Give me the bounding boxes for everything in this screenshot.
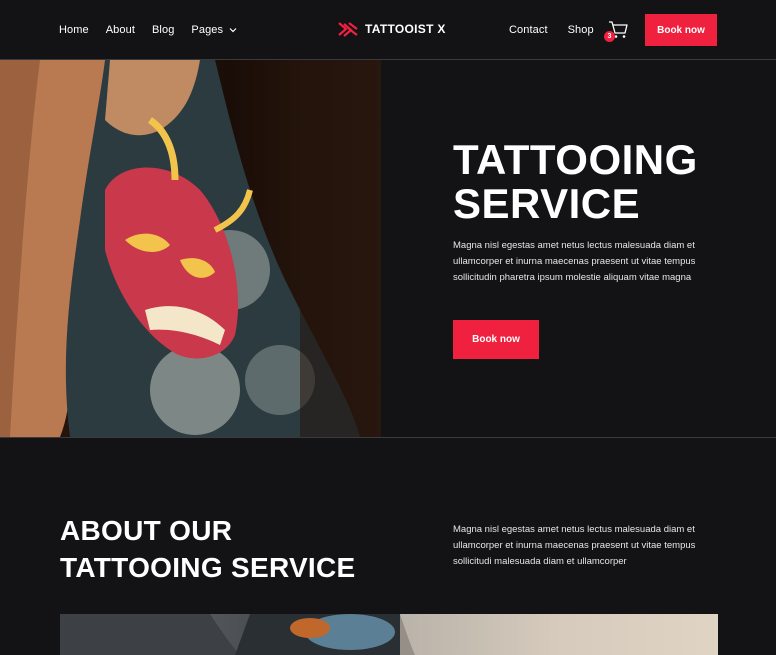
nav-link-contact[interactable]: Contact <box>509 24 548 36</box>
about-description: Magna nisl egestas amet netus lectus mal… <box>453 524 696 567</box>
about-title: ABOUT OUR TATTOOING SERVICE <box>60 515 356 583</box>
nav-link-about[interactable]: About <box>106 24 135 36</box>
cart-count-badge: 3 <box>604 31 615 42</box>
nav-link-shop[interactable]: Shop <box>568 24 594 36</box>
nav-book-now-button[interactable]: Book now <box>645 14 717 46</box>
hero-content: TATTOOING SERVICE Magna nisl egestas ame… <box>453 138 715 286</box>
hero-book-now-button[interactable]: Book now <box>453 320 539 359</box>
nav-link-pages-label: Pages <box>191 24 224 36</box>
brand-name: TATTOOIST X <box>365 22 446 36</box>
nav-link-pages[interactable]: Pages <box>191 24 238 36</box>
nav-left-links: Home About Blog Pages <box>59 24 255 36</box>
hero-description: Magna nisl egestas amet netus lectus mal… <box>453 240 696 283</box>
about-tattoo-image <box>60 614 718 655</box>
nav-right-links: Contact Shop <box>509 24 614 36</box>
about-image-illustration <box>60 614 718 655</box>
nav-link-home[interactable]: Home <box>59 24 89 36</box>
logo-mark-icon <box>338 22 358 37</box>
brand-logo[interactable]: TATTOOIST X <box>337 21 446 37</box>
top-navigation: Home About Blog Pages TATTOOIST X Contac… <box>0 0 776 60</box>
section-divider <box>0 437 776 438</box>
cart-button[interactable]: 3 <box>604 19 629 42</box>
hero-tattoo-image <box>0 60 381 437</box>
tattoo-arm-illustration <box>0 60 381 437</box>
nav-link-blog[interactable]: Blog <box>152 24 174 36</box>
hero-title: TATTOOING SERVICE <box>453 136 698 227</box>
chevron-down-icon <box>229 28 237 33</box>
